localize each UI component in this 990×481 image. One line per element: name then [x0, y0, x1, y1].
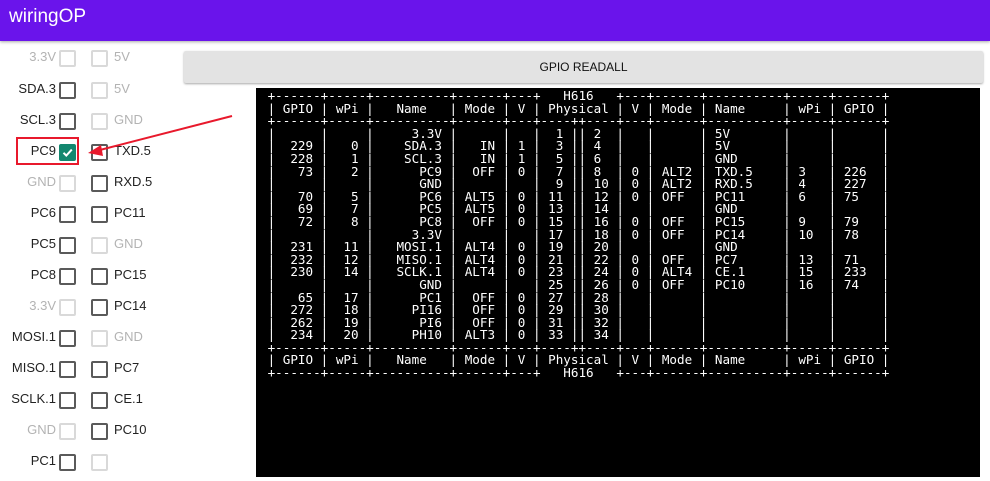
pin-checkbox-right — [91, 50, 108, 67]
pin-checkbox-left[interactable] — [59, 82, 76, 99]
pin-checkbox-left[interactable] — [59, 113, 76, 130]
pin-label-left: PC6 — [30, 205, 56, 220]
pin-row: MISO.1 PC7 — [0, 354, 180, 382]
pin-checkbox-right[interactable] — [91, 392, 108, 409]
pin-checkbox-right[interactable] — [91, 299, 108, 316]
pin-checkbox-right[interactable] — [91, 423, 108, 440]
pin-checkbox-left[interactable] — [59, 237, 76, 254]
pin-checkbox-left — [59, 299, 76, 316]
pin-row: MOSI.1 GND — [0, 323, 180, 351]
pin-checkbox-left[interactable] — [59, 361, 76, 378]
pin-label-left: 3.3V — [29, 49, 56, 64]
pin-label-left: PC5 — [30, 236, 56, 251]
pin-label-right: TXD.5 — [114, 143, 151, 158]
app-bar: wiringOP — [0, 0, 990, 41]
pin-row: SDA.3 5V — [0, 75, 180, 103]
pin-label-left: SCLK.1 — [11, 391, 56, 406]
terminal-line: +------+-----+----------+------+---+ H61… — [260, 365, 890, 381]
pin-checkbox-left — [59, 175, 76, 192]
highlight-box — [16, 137, 79, 165]
pin-checkbox-left[interactable] — [59, 454, 76, 471]
pin-checkbox-left[interactable] — [59, 206, 76, 223]
pin-row: PC1 — [0, 447, 180, 475]
pin-checkbox-right — [91, 330, 108, 347]
terminal-output: +------+-----+----------+------+---+ H61… — [256, 88, 980, 477]
pin-label-right: RXD.5 — [114, 174, 153, 189]
pin-label-left: PC8 — [30, 267, 56, 282]
pin-label-right: PC15 — [114, 267, 147, 282]
pin-label-right: PC11 — [114, 205, 146, 220]
pin-row: PC5 GND — [0, 230, 180, 258]
pin-checkbox-left[interactable] — [59, 268, 76, 285]
pin-label-left: MOSI.1 — [11, 329, 56, 344]
pin-label-left: 3.3V — [29, 298, 56, 313]
pin-row: 3.3V PC14 — [0, 292, 180, 320]
pin-checkbox-right — [91, 113, 108, 130]
pin-checkbox-right[interactable] — [91, 361, 108, 378]
pin-row: SCLK.1 CE.1 — [0, 385, 180, 413]
pin-row: GND RXD.5 — [0, 168, 180, 196]
pin-label-right: PC10 — [114, 422, 147, 437]
pin-label-left: PC1 — [30, 453, 56, 468]
pin-row: GND PC10 — [0, 416, 180, 444]
pin-checkbox-right[interactable] — [91, 206, 108, 223]
pin-label-right: CE.1 — [114, 391, 143, 406]
pin-label-right: GND — [114, 112, 143, 127]
pin-label-left: GND — [27, 174, 56, 189]
pin-label-right: PC14 — [114, 298, 147, 313]
pin-label-right: PC7 — [114, 360, 140, 375]
pin-checkbox-right — [91, 82, 108, 99]
pin-checkbox-left — [59, 423, 76, 440]
gpio-readall-button[interactable]: GPIO READALL — [184, 51, 983, 83]
pin-checkbox-right[interactable] — [91, 268, 108, 285]
pin-label-left: SDA.3 — [18, 81, 56, 96]
pin-checkbox-left[interactable] — [59, 392, 76, 409]
pin-checkbox-right[interactable] — [91, 144, 108, 161]
pin-label-right: GND — [114, 236, 143, 251]
pin-row: PC6 PC11 — [0, 199, 180, 227]
pin-label-left: GND — [27, 422, 56, 437]
app-title: wiringOP — [9, 6, 87, 27]
pin-row: PC8 PC15 — [0, 261, 180, 289]
pin-label-right: 5V — [114, 49, 130, 64]
pin-checkbox-left[interactable] — [59, 330, 76, 347]
pin-checkbox-right — [91, 454, 108, 471]
pin-checkbox-left — [59, 50, 76, 67]
pin-label-right: GND — [114, 329, 143, 344]
pin-label-left: MISO.1 — [11, 360, 56, 375]
pin-checkbox-right — [91, 237, 108, 254]
pin-label-left: SCL.3 — [19, 112, 56, 127]
pin-checkbox-right[interactable] — [91, 175, 108, 192]
gpio-readall-table: +------+-----+----------+------+---+ H61… — [256, 88, 980, 380]
pin-row: 3.3V 5V — [0, 43, 180, 71]
pin-row: SCL.3 GND — [0, 106, 180, 134]
pin-label-right: 5V — [114, 81, 130, 96]
